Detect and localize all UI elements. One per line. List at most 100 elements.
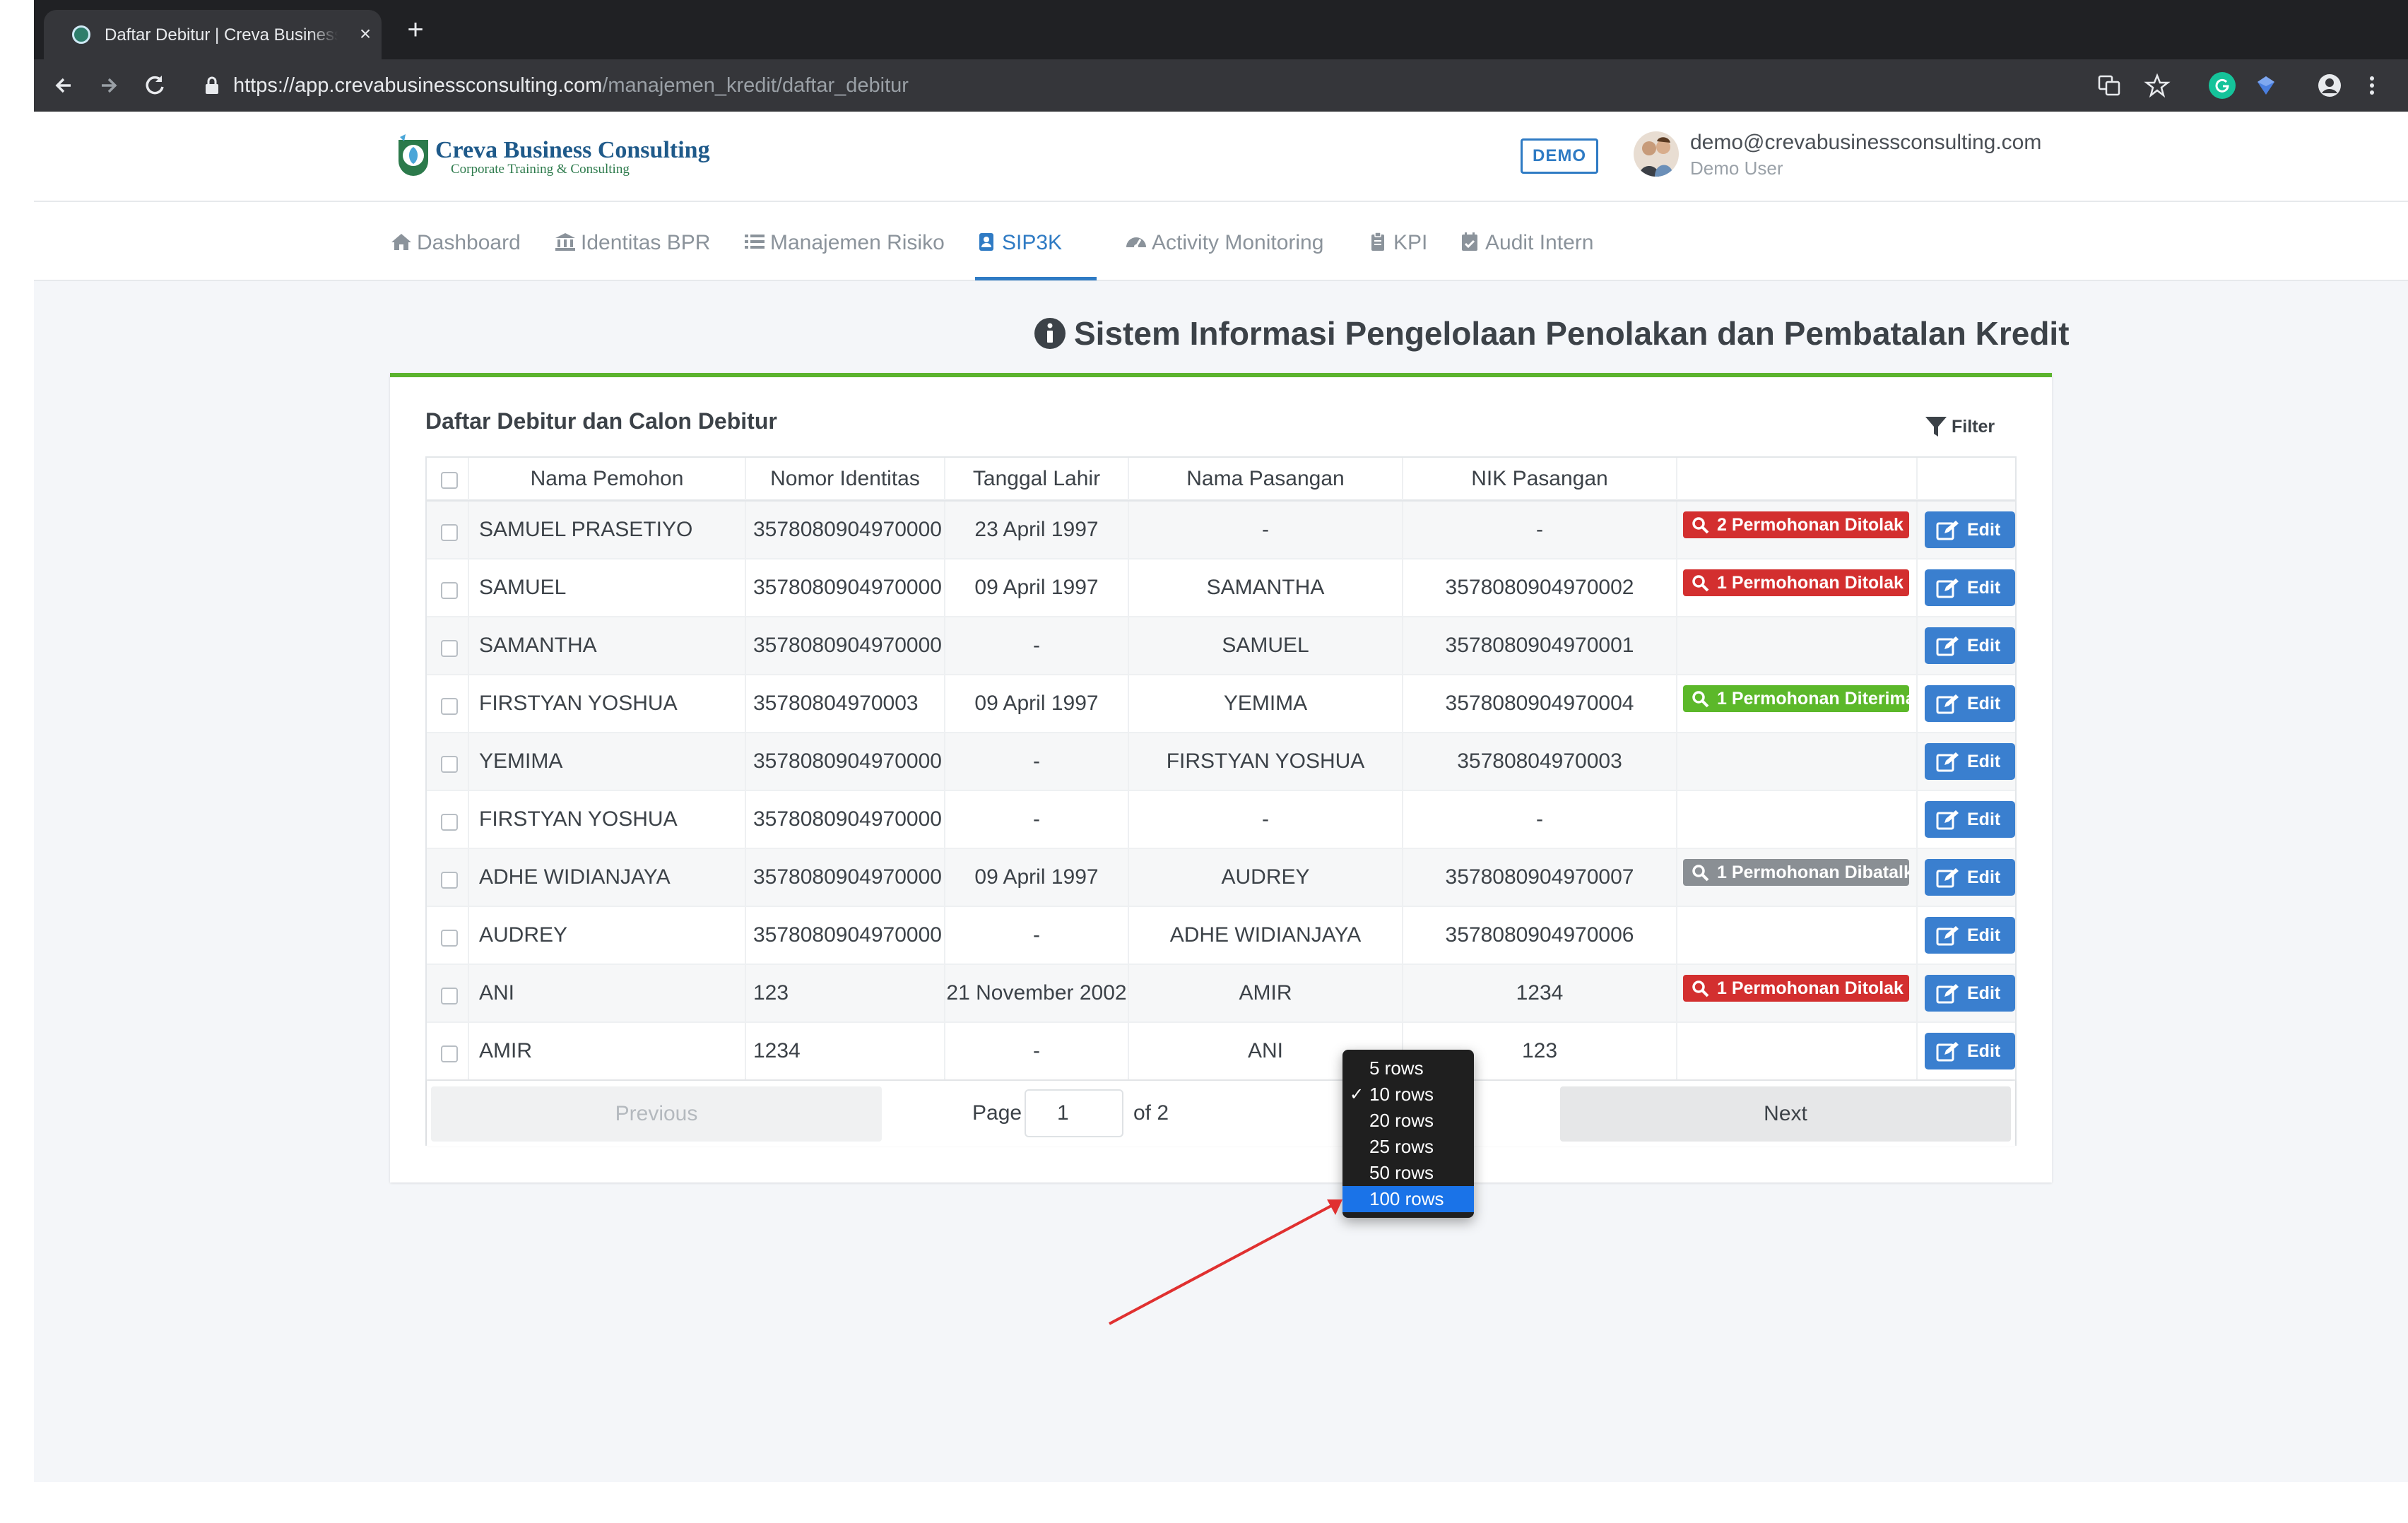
reload-icon[interactable] xyxy=(140,71,170,100)
cell-nomor: 3578080904970000 xyxy=(746,791,945,848)
browser-tab[interactable]: Daftar Debitur | Creva Business Consulti… xyxy=(44,10,382,59)
row-checkbox[interactable] xyxy=(441,640,458,657)
status-badge[interactable]: 1 Permohonan Dibatalkan xyxy=(1683,859,1909,886)
edit-button[interactable]: Edit xyxy=(1925,975,2015,1012)
edit-button[interactable]: Edit xyxy=(1925,627,2015,664)
nav-item-identitas-bpr[interactable]: Identitas BPR xyxy=(554,229,710,257)
rows-option-label: 20 rows xyxy=(1369,1110,1434,1131)
next-button[interactable]: Next xyxy=(1560,1086,2011,1142)
cell-pasangan: - xyxy=(1129,502,1403,558)
page-label: Page xyxy=(972,1101,1022,1125)
status-badge[interactable]: 1 Permohonan Diterima xyxy=(1683,685,1909,712)
edit-button[interactable]: Edit xyxy=(1925,743,2015,780)
logo-icon[interactable] xyxy=(394,133,432,177)
cell-pasangan: AUDREY xyxy=(1129,849,1403,906)
column-header[interactable]: Nama Pemohon xyxy=(469,458,746,500)
rows-option[interactable]: 100 rows xyxy=(1342,1186,1474,1212)
nav-item-activity-monitoring[interactable]: Activity Monitoring xyxy=(1125,229,1323,257)
edit-button[interactable]: Edit xyxy=(1925,569,2015,606)
edit-icon xyxy=(1936,810,1959,830)
nav-item-kpi[interactable]: KPI xyxy=(1367,229,1427,257)
cell-nama: AMIR xyxy=(469,1023,746,1079)
status-badge-label: 1 Permohonan Ditolak xyxy=(1717,573,1904,593)
rows-option[interactable]: 25 rows xyxy=(1342,1134,1474,1160)
edit-button[interactable]: Edit xyxy=(1925,917,2015,954)
user-email[interactable]: demo@crevabusinessconsulting.com xyxy=(1690,130,2041,155)
nav-item-sip3k[interactable]: SIP3K xyxy=(975,229,1062,257)
lock-icon xyxy=(206,76,218,94)
back-arrow-icon[interactable] xyxy=(49,71,79,100)
column-header[interactable]: Nomor Identitas xyxy=(746,458,945,500)
rows-option[interactable]: 50 rows xyxy=(1342,1160,1474,1186)
row-checkbox[interactable] xyxy=(441,524,458,541)
row-checkbox[interactable] xyxy=(441,930,458,947)
edit-icon xyxy=(1936,694,1959,714)
active-tab-indicator xyxy=(975,277,1097,280)
extension-shield-icon[interactable] xyxy=(2253,72,2279,99)
previous-button[interactable]: Previous xyxy=(431,1086,882,1142)
cell-pasangan: AMIR xyxy=(1129,965,1403,1021)
cell-pasangan: YEMIMA xyxy=(1129,675,1403,732)
cell-nomor: 3578080904970000 xyxy=(746,617,945,674)
row-checkbox[interactable] xyxy=(441,988,458,1005)
column-header[interactable]: NIK Pasangan xyxy=(1403,458,1677,500)
filter-icon xyxy=(1925,417,1947,437)
menu-dots-icon[interactable] xyxy=(2359,72,2385,99)
grammarly-icon[interactable] xyxy=(2209,72,2236,99)
bookmark-star-icon[interactable] xyxy=(2144,72,2171,99)
logo-subtitle: Corporate Training & Consulting xyxy=(451,162,630,177)
nav-label: Activity Monitoring xyxy=(1152,231,1324,254)
pagination: Previous Page 1 of 2 Next xyxy=(427,1081,2015,1146)
rows-option[interactable]: 5 rows xyxy=(1342,1055,1474,1081)
table-row: ANI 123 21 November 2002 AMIR 1234 1 Permohon… xyxy=(427,965,2015,1023)
row-checkbox[interactable] xyxy=(441,582,458,599)
row-checkbox[interactable] xyxy=(441,814,458,831)
row-select-cell xyxy=(427,617,469,674)
new-tab-button[interactable]: + xyxy=(401,16,430,44)
translate-icon[interactable] xyxy=(2096,72,2123,99)
cell-status xyxy=(1677,733,1918,790)
row-checkbox[interactable] xyxy=(441,756,458,773)
cell-nomor: 35780804970003 xyxy=(746,675,945,732)
status-badge[interactable]: 1 Permohonan Ditolak xyxy=(1683,569,1909,596)
edit-button[interactable]: Edit xyxy=(1925,801,2015,838)
cell-pasangan: SAMANTHA xyxy=(1129,559,1403,616)
column-header[interactable]: Nama Pasangan xyxy=(1129,458,1403,500)
avatar[interactable] xyxy=(1634,131,1679,177)
forward-arrow-icon[interactable] xyxy=(93,71,123,100)
demo-badge: DEMO xyxy=(1521,138,1598,174)
nav-label: KPI xyxy=(1393,231,1428,254)
rows-option[interactable]: 20 rows xyxy=(1342,1108,1474,1134)
edit-button[interactable]: Edit xyxy=(1925,859,2015,896)
table-row: YEMIMA 3578080904970000- FIRSTYAN YOSHUA 35… xyxy=(427,733,2015,791)
edit-icon xyxy=(1936,752,1959,772)
nav-item-audit-intern[interactable]: Audit Intern xyxy=(1458,229,1593,257)
edit-label: Edit xyxy=(1967,1041,2001,1061)
rows-option-label: 5 rows xyxy=(1369,1057,1424,1079)
row-checkbox[interactable] xyxy=(441,872,458,889)
page-number-input[interactable]: 1 xyxy=(1025,1089,1123,1137)
column-header[interactable]: Tanggal Lahir xyxy=(945,458,1129,500)
logo-title[interactable]: Creva Business Consulting xyxy=(435,137,710,164)
row-checkbox[interactable] xyxy=(441,698,458,715)
nav-item-manajemen-risiko[interactable]: Manajemen Risiko xyxy=(743,229,945,257)
row-checkbox[interactable] xyxy=(441,1045,458,1062)
select-all-checkbox[interactable] xyxy=(441,472,458,489)
url-field[interactable]: https://app.crevabusinessconsulting.com/… xyxy=(233,71,909,100)
cell-status xyxy=(1677,907,1918,964)
edit-icon xyxy=(1936,579,1959,598)
close-icon[interactable]: × xyxy=(355,21,376,47)
status-badge[interactable]: 2 Permohonan Ditolak xyxy=(1683,511,1909,538)
nav-item-dashboard[interactable]: Dashboard xyxy=(390,229,521,257)
contact-card-icon xyxy=(979,233,993,251)
table-row: AUDREY 3578080904970000- ADHE WIDIANJAYA 35… xyxy=(427,907,2015,965)
rows-option[interactable]: ✓ 10 rows xyxy=(1342,1081,1474,1108)
edit-button[interactable]: Edit xyxy=(1925,1033,2015,1069)
cell-nama: FIRSTYAN YOSHUA xyxy=(469,791,746,848)
edit-button[interactable]: Edit xyxy=(1925,685,2015,722)
nav-label: Manajemen Risiko xyxy=(770,231,945,254)
status-badge[interactable]: 1 Permohonan Ditolak xyxy=(1683,975,1909,1002)
filter-button[interactable]: Filter xyxy=(1920,411,2005,442)
profile-icon[interactable] xyxy=(2316,72,2343,99)
edit-button[interactable]: Edit xyxy=(1925,511,2015,548)
